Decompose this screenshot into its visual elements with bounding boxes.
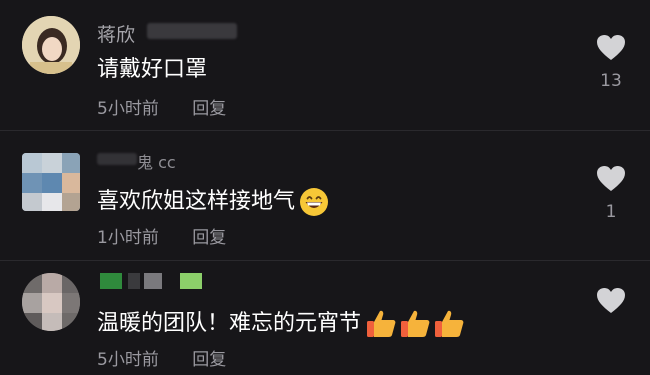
reply-button[interactable]: 回复	[192, 228, 226, 248]
comment-item: 蒋欣 请戴好口罩 5小时前 回复 13	[0, 0, 650, 130]
comment-text: 喜欢欣姐这样接地气	[97, 183, 329, 217]
comment-meta: 1小时前 回复	[97, 223, 226, 248]
like-button[interactable]: 1	[591, 165, 631, 222]
comment-time: 5小时前	[97, 99, 159, 119]
comment-text: 温暖的团队！难忘的元宵节	[97, 305, 465, 339]
heart-icon	[597, 288, 625, 313]
comment-meta: 5小时前 回复	[97, 345, 226, 370]
comment-time: 1小时前	[97, 228, 159, 248]
blurred-block	[100, 273, 122, 289]
username-blurred-blocks	[100, 273, 210, 289]
avatar[interactable]	[22, 153, 80, 211]
comment-meta: 5小时前 回复	[97, 94, 226, 119]
avatar-pixelated	[22, 273, 80, 331]
heart-icon	[597, 166, 625, 191]
like-count: 13	[600, 71, 622, 91]
comment-item: 鬼 cc 喜欢欣姐这样接地气 1小时前 回复 1	[0, 130, 650, 261]
username-blurred-suffix	[147, 23, 237, 39]
blurred-block	[180, 273, 202, 289]
avatar[interactable]	[22, 16, 80, 74]
comment-text-content: 喜欢欣姐这样接地气	[97, 189, 296, 214]
reply-button[interactable]: 回复	[192, 99, 226, 119]
blurred-block	[128, 273, 140, 289]
thumbs-up-emoji	[401, 310, 430, 337]
avatar-pixelated	[22, 153, 80, 211]
username-blurred-prefix	[97, 153, 137, 165]
comment-time: 5小时前	[97, 350, 159, 370]
thumbs-up-emoji	[367, 310, 396, 337]
like-button[interactable]: 13	[591, 34, 631, 91]
blurred-block	[144, 273, 162, 289]
avatar[interactable]	[22, 273, 80, 331]
like-count: 1	[605, 202, 617, 222]
comment-item: 温暖的团队！难忘的元宵节 5小时前 回复	[0, 260, 650, 375]
grinning-face-emoji	[300, 188, 329, 216]
comment-text: 请戴好口罩	[97, 57, 208, 82]
thumbs-up-emoji	[435, 310, 464, 337]
heart-icon	[597, 35, 625, 60]
username[interactable]: 蒋欣	[97, 20, 135, 47]
avatar-portrait	[22, 16, 80, 74]
username[interactable]: 鬼 cc	[137, 149, 176, 173]
like-button[interactable]	[591, 287, 631, 324]
reply-button[interactable]: 回复	[192, 350, 226, 370]
comment-text-content: 温暖的团队！难忘的元宵节	[97, 311, 362, 336]
